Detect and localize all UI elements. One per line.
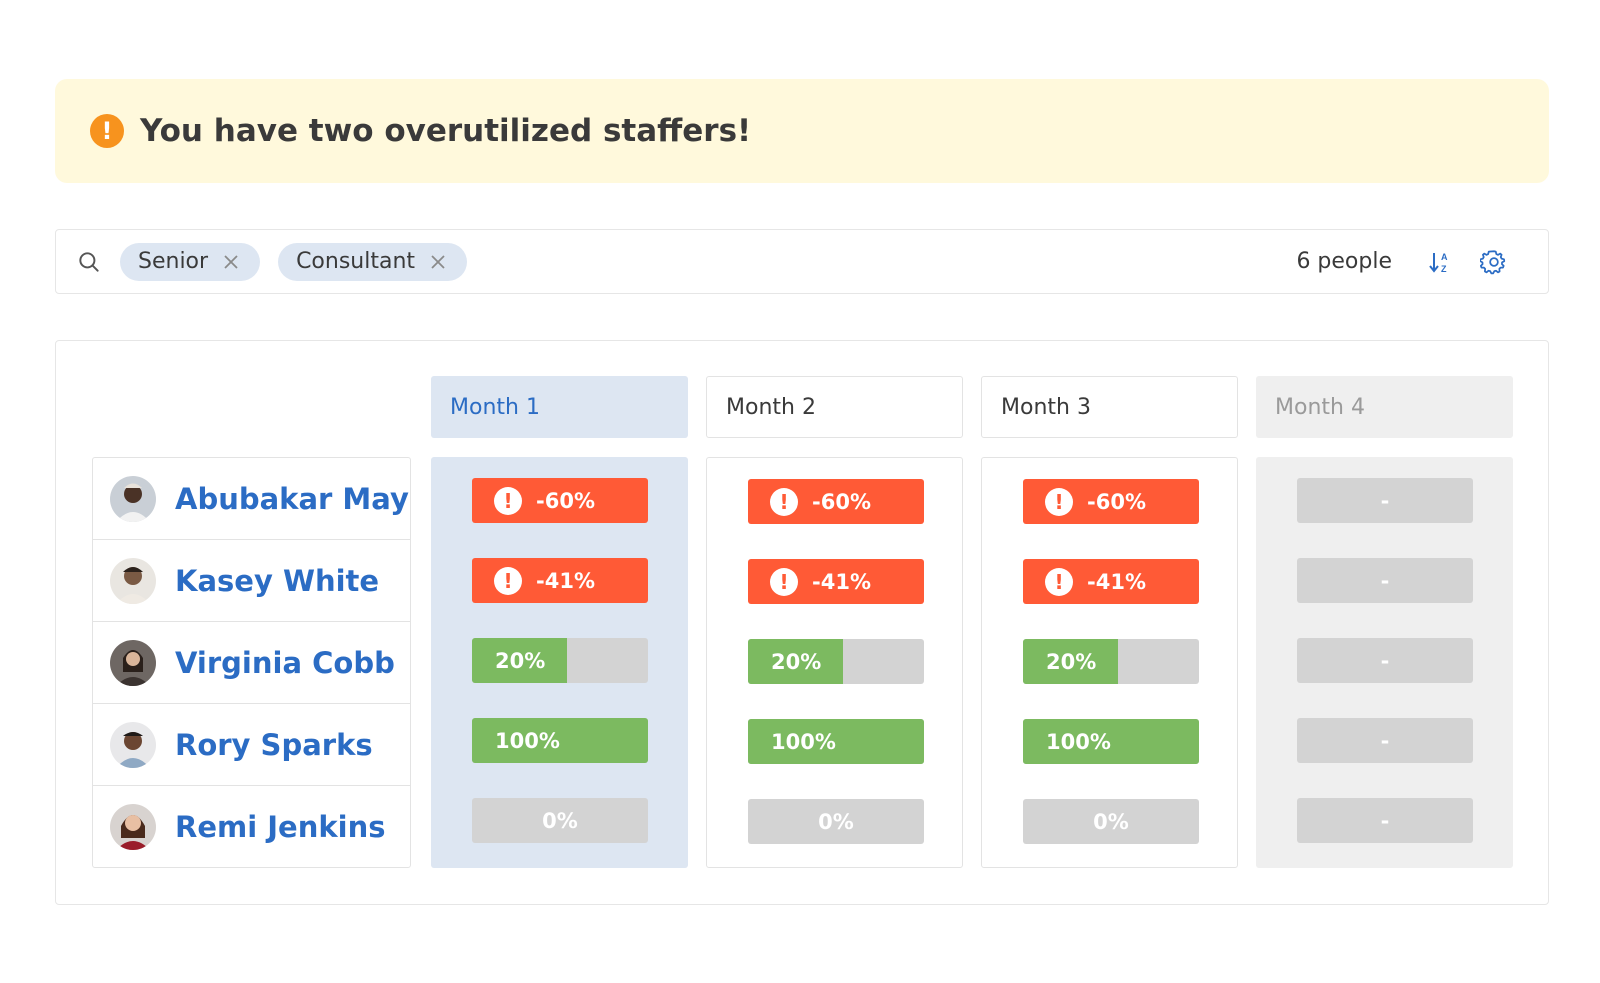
utilization-label: -41% [1087,570,1146,594]
person-row[interactable]: Virginia Cobb [93,622,410,704]
people-list: Abubakar May Kasey White Virginia Cobb R… [92,457,411,868]
chip-label: Senior [138,249,208,274]
people-count: 6 people [1296,249,1392,274]
month-header-2[interactable]: Month 2 [706,376,963,438]
month-label: Month 3 [1001,395,1091,420]
month-label: Month 2 [726,395,816,420]
utilization-label: 0% [1093,810,1129,834]
person-name[interactable]: Rory Sparks [175,728,373,762]
utilization-bar[interactable]: ! -60% [472,478,648,523]
utilization-label: - [1381,729,1390,753]
person-name[interactable]: Remi Jenkins [175,810,386,844]
utilization-label: 0% [818,810,854,834]
avatar [110,804,156,850]
utilization-bar[interactable]: ! -41% [1023,559,1199,604]
month-header-1[interactable]: Month 1 [431,376,688,438]
utilization-label: 20% [771,650,821,674]
utilization-bar[interactable]: - [1297,798,1473,843]
warning-icon: ! [494,567,522,595]
utilization-label: -41% [812,570,871,594]
month-label: Month 1 [450,395,540,420]
utilization-label: - [1381,809,1390,833]
person-name[interactable]: Abubakar May [175,482,409,516]
gear-icon[interactable] [1480,248,1508,276]
month-column-2: ! -60%! -41% 20% 100% 0% [706,457,963,868]
utilization-bar[interactable]: ! -41% [472,558,648,603]
month-label: Month 4 [1275,395,1365,420]
utilization-bar[interactable]: 0% [472,798,648,843]
person-row[interactable]: Rory Sparks [93,704,410,786]
month-column-1: ! -60%! -41% 20% 100% 0% [431,457,688,868]
utilization-bar[interactable]: - [1297,558,1473,603]
utilization-label: -60% [536,489,595,513]
month-column-3: ! -60%! -41% 20% 100% 0% [981,457,1238,868]
utilization-label: -60% [812,490,871,514]
filter-bar: Senior Consultant 6 people A Z [55,229,1549,294]
avatar [110,476,156,522]
utilization-bar[interactable]: ! -41% [748,559,924,604]
filter-bar-actions: 6 people A Z [1296,230,1508,293]
svg-text:A: A [1441,252,1448,262]
avatar [110,722,156,768]
avatar [110,640,156,686]
warning-icon: ! [770,568,798,596]
utilization-label: 20% [1046,650,1096,674]
utilization-bar[interactable]: ! -60% [1023,479,1199,524]
utilization-bar[interactable]: - [1297,718,1473,763]
warning-icon: ! [1045,488,1073,516]
overutilization-alert: ! You have two overutilized staffers! [55,79,1549,183]
utilization-label: 0% [542,809,578,833]
utilization-bar[interactable]: ! -60% [748,479,924,524]
utilization-label: -60% [1087,490,1146,514]
warning-icon: ! [494,487,522,515]
utilization-bar[interactable]: 100% [1023,719,1199,764]
utilization-bar[interactable]: 20% [748,639,924,684]
search-icon[interactable] [76,249,102,275]
sort-az-icon[interactable]: A Z [1426,248,1454,276]
remove-filter-icon[interactable] [222,253,240,271]
utilization-bar[interactable]: 0% [1023,799,1199,844]
filter-chip-senior: Senior [120,243,260,281]
chip-label: Consultant [296,249,415,274]
person-row[interactable]: Kasey White [93,540,410,622]
alert-message: You have two overutilized staffers! [140,113,751,149]
utilization-label: 100% [771,730,836,754]
utilization-label: 20% [495,649,545,673]
utilization-label: - [1381,649,1390,673]
warning-icon: ! [770,488,798,516]
utilization-bar[interactable]: - [1297,478,1473,523]
person-row[interactable]: Abubakar May [93,458,410,540]
utilization-label: 100% [495,729,560,753]
warning-icon: ! [1045,568,1073,596]
svg-text:Z: Z [1441,264,1447,274]
utilization-bar[interactable]: - [1297,638,1473,683]
remove-filter-icon[interactable] [429,253,447,271]
month-header-4: Month 4 [1256,376,1513,438]
month-header-3[interactable]: Month 3 [981,376,1238,438]
utilization-bar[interactable]: 20% [1023,639,1199,684]
filter-chip-consultant: Consultant [278,243,467,281]
utilization-label: -41% [536,569,595,593]
utilization-label: 100% [1046,730,1111,754]
exclamation-circle-icon: ! [90,114,124,148]
avatar [110,558,156,604]
utilization-label: - [1381,569,1390,593]
utilization-label: - [1381,489,1390,513]
person-name[interactable]: Kasey White [175,564,379,598]
person-name[interactable]: Virginia Cobb [175,646,395,680]
utilization-bar[interactable]: 20% [472,638,648,683]
utilization-bar[interactable]: 100% [748,719,924,764]
person-row[interactable]: Remi Jenkins [93,786,410,868]
utilization-bar[interactable]: 0% [748,799,924,844]
month-column-4: - - - - - [1256,457,1513,868]
utilization-bar[interactable]: 100% [472,718,648,763]
